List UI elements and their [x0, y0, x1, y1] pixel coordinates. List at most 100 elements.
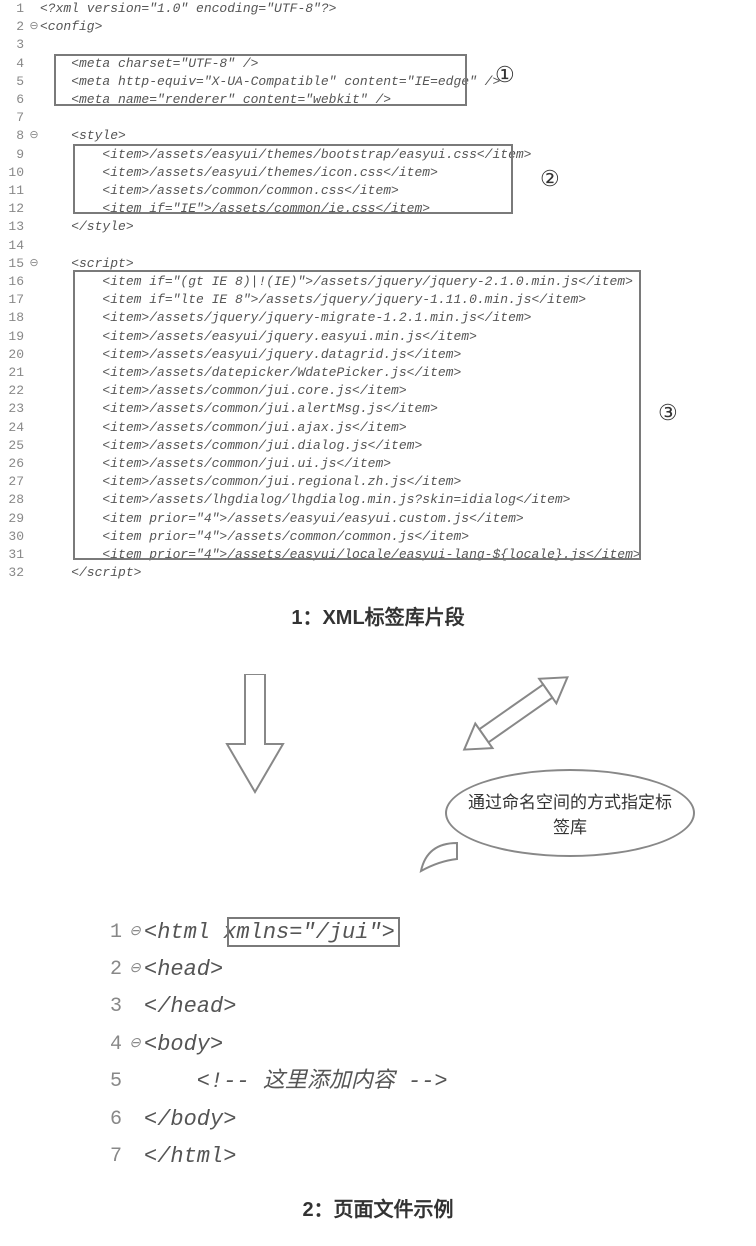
line-number: 1	[100, 914, 126, 951]
line-number: 21	[0, 364, 28, 382]
line-number: 29	[0, 510, 28, 528]
code-line: 1⊖<html xmlns="/jui">	[100, 914, 600, 951]
line-number: 12	[0, 200, 28, 218]
code-line: 20 <item>/assets/easyui/jquery.datagrid.…	[0, 346, 756, 364]
fold-marker	[28, 346, 40, 364]
code-text: <item prior="4">/assets/easyui/locale/ea…	[40, 546, 641, 564]
line-number: 27	[0, 473, 28, 491]
fold-marker	[126, 1101, 144, 1138]
code-text: <item>/assets/easyui/jquery.easyui.min.j…	[40, 328, 477, 346]
line-number: 6	[100, 1101, 126, 1138]
code-text: <script>	[40, 255, 134, 273]
code-text: <item>/assets/datepicker/WdatePicker.js<…	[40, 364, 461, 382]
code-text: </head>	[144, 988, 236, 1025]
code-text: <!-- 这里添加内容 -->	[144, 1063, 448, 1100]
code-line: 14	[0, 237, 756, 255]
line-number: 13	[0, 218, 28, 236]
code-text: <item>/assets/common/jui.alertMsg.js</it…	[40, 400, 438, 418]
fold-marker	[28, 400, 40, 418]
code-line: 23 <item>/assets/common/jui.alertMsg.js<…	[0, 400, 756, 418]
code-text: <item>/assets/common/jui.ajax.js</item>	[40, 419, 407, 437]
code-line: 30 <item prior="4">/assets/common/common…	[0, 528, 756, 546]
code-line: 11 <item>/assets/common/common.css</item…	[0, 182, 756, 200]
code-line: 17 <item if="lte IE 8">/assets/jquery/jq…	[0, 291, 756, 309]
diagram-area: 通过命名空间的方式指定标签库	[0, 654, 756, 914]
fold-marker	[28, 528, 40, 546]
code-text: <item>/assets/jquery/jquery-migrate-1.2.…	[40, 309, 531, 327]
fold-marker	[28, 164, 40, 182]
fold-marker	[28, 491, 40, 509]
fold-marker	[28, 309, 40, 327]
code-line: 31 <item prior="4">/assets/easyui/locale…	[0, 546, 756, 564]
code-line: 24 <item>/assets/common/jui.ajax.js</ite…	[0, 419, 756, 437]
code-text: <head>	[144, 951, 223, 988]
fold-marker	[126, 1063, 144, 1100]
code-line: 21 <item>/assets/datepicker/WdatePicker.…	[0, 364, 756, 382]
code-text: <?xml version="1.0" encoding="UTF-8"?>	[40, 0, 336, 18]
code-line: 12 <item if="IE">/assets/common/ie.css</…	[0, 200, 756, 218]
code-text: <html xmlns="/jui">	[144, 914, 395, 951]
callout-tail-icon	[419, 839, 459, 875]
line-number: 25	[0, 437, 28, 455]
fold-marker: ⊖	[28, 18, 40, 36]
callout-text: 通过命名空间的方式指定标签库	[467, 788, 673, 838]
code-line: 5 <meta http-equiv="X-UA-Compatible" con…	[0, 73, 756, 91]
circled-2: ②	[540, 166, 560, 192]
code-line: 4⊖<body>	[100, 1026, 600, 1063]
code-line: 29 <item prior="4">/assets/easyui/easyui…	[0, 510, 756, 528]
code-line: 1 <?xml version="1.0" encoding="UTF-8"?>	[0, 0, 756, 18]
code-line: 25 <item>/assets/common/jui.dialog.js</i…	[0, 437, 756, 455]
code-text: <style>	[40, 127, 126, 145]
code-text: <item>/assets/easyui/themes/icon.css</it…	[40, 164, 438, 182]
fold-marker	[28, 437, 40, 455]
fold-marker: ⊖	[28, 127, 40, 145]
fold-marker: ⊖	[28, 255, 40, 273]
line-number: 3	[100, 988, 126, 1025]
code-line: 8⊖ <style>	[0, 127, 756, 145]
line-number: 2	[0, 18, 28, 36]
code-line: 2⊖<head>	[100, 951, 600, 988]
code-text: <item>/assets/easyui/themes/bootstrap/ea…	[40, 146, 531, 164]
line-number: 9	[0, 146, 28, 164]
fold-marker	[28, 73, 40, 91]
line-number: 1	[0, 0, 28, 18]
code-text: <meta name="renderer" content="webkit" /…	[40, 91, 391, 109]
fold-marker	[28, 419, 40, 437]
code-line: 32 </script>	[0, 564, 756, 582]
caption-1: 1：XML标签库片段	[0, 601, 756, 630]
fold-marker	[28, 273, 40, 291]
fold-marker	[28, 109, 40, 127]
fold-marker	[28, 55, 40, 73]
fold-marker: ⊖	[126, 914, 144, 951]
line-number: 4	[0, 55, 28, 73]
code-text: </script>	[40, 564, 141, 582]
line-number: 7	[0, 109, 28, 127]
code-line: 22 <item>/assets/common/jui.core.js</ite…	[0, 382, 756, 400]
code-line: 4 <meta charset="UTF-8" />	[0, 55, 756, 73]
fold-marker: ⊖	[126, 951, 144, 988]
fold-marker	[28, 473, 40, 491]
line-number: 30	[0, 528, 28, 546]
code-text: <item>/assets/common/common.css</item>	[40, 182, 399, 200]
callout-bubble: 通过命名空间的方式指定标签库	[445, 769, 695, 857]
code-line: 6 <meta name="renderer" content="webkit"…	[0, 91, 756, 109]
html-code-block: 1⊖<html xmlns="/jui">2⊖<head>3 </head>4⊖<…	[100, 914, 600, 1176]
code-line: 26 <item>/assets/common/jui.ui.js</item>	[0, 455, 756, 473]
code-text: <item if="IE">/assets/common/ie.css</ite…	[40, 200, 430, 218]
code-text: <meta charset="UTF-8" />	[40, 55, 258, 73]
code-text: <item>/assets/common/jui.core.js</item>	[40, 382, 407, 400]
caption-2: 2：页面文件示例	[0, 1193, 756, 1222]
arrow-down-icon	[225, 674, 285, 794]
line-number: 10	[0, 164, 28, 182]
fold-marker	[28, 291, 40, 309]
code-line: 5 <!-- 这里添加内容 -->	[100, 1063, 600, 1100]
line-number: 16	[0, 273, 28, 291]
fold-marker	[126, 988, 144, 1025]
fold-marker	[28, 328, 40, 346]
line-number: 5	[0, 73, 28, 91]
circled-3: ③	[658, 400, 678, 426]
fold-marker	[28, 91, 40, 109]
code-text: <item>/assets/common/jui.dialog.js</item…	[40, 437, 422, 455]
line-number: 18	[0, 309, 28, 327]
code-line: 9 <item>/assets/easyui/themes/bootstrap/…	[0, 146, 756, 164]
